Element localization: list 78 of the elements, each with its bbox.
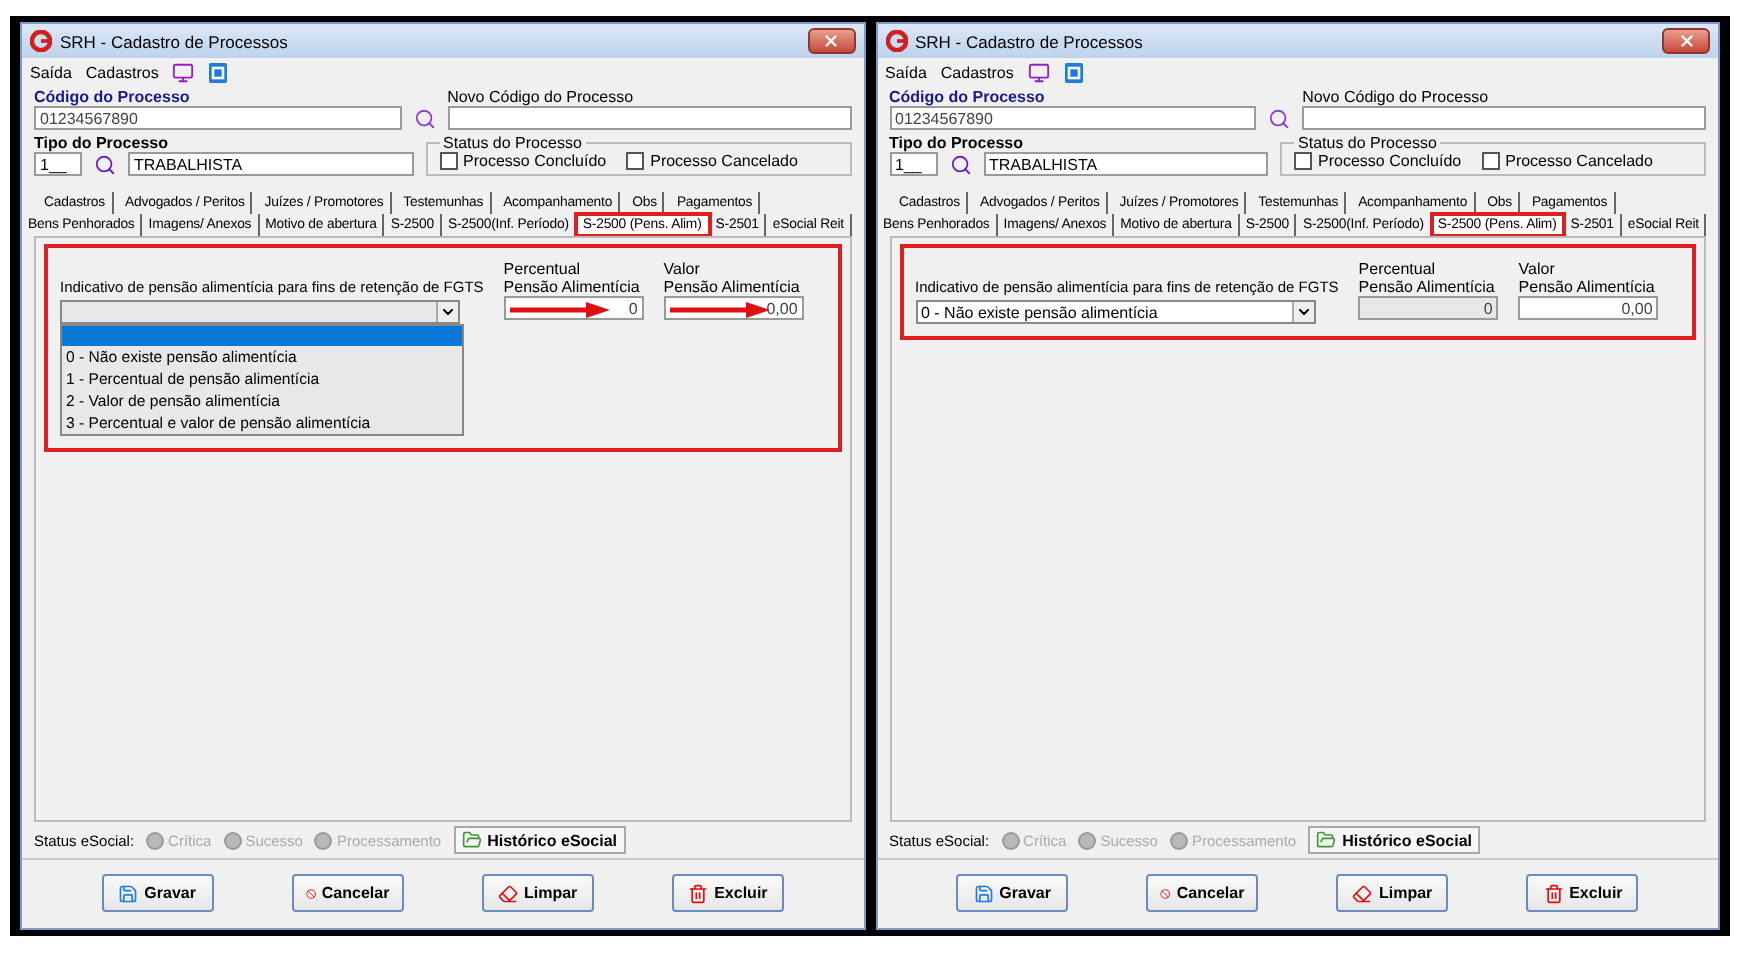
window-title: SRH - Cadastro de Processos	[915, 31, 1145, 51]
action-button[interactable]: Cancelar	[1146, 874, 1259, 912]
menu-item[interactable]: Saída	[885, 64, 927, 82]
status-indicator-icon	[223, 831, 242, 849]
eraser-icon	[497, 883, 518, 903]
monitor-icon[interactable]	[1027, 62, 1050, 84]
menu-item[interactable]: Cadastros	[940, 64, 1014, 82]
caret-icon	[440, 304, 456, 320]
checkbox[interactable]: Processo Concluído	[1294, 152, 1462, 170]
action-button[interactable]: Excluir	[671, 874, 784, 912]
action-button[interactable]: Gravar	[956, 874, 1069, 912]
search-icon[interactable]	[94, 154, 116, 176]
trash-icon	[1543, 883, 1564, 903]
field-label: Pensão Alimentícia	[503, 278, 642, 296]
status-indicator-icon	[146, 831, 165, 849]
cancel-icon	[305, 883, 316, 903]
input-field[interactable]: 1__	[34, 152, 82, 176]
close-button[interactable]	[807, 28, 855, 54]
folder-icon	[1316, 830, 1337, 850]
action-button[interactable]: Excluir	[1526, 874, 1639, 912]
field-label: Percentual	[1358, 260, 1438, 278]
field-label: Tipo do Processo	[34, 134, 170, 152]
checkbox[interactable]: Processo Concluído	[439, 152, 607, 170]
folder-icon	[461, 830, 482, 850]
dropdown[interactable]: 0 - Não existe pensão alimentícia	[915, 300, 1315, 324]
field-label: Tipo do Processo	[889, 134, 1025, 152]
search-icon[interactable]	[949, 154, 971, 176]
status-indicator-icon	[1001, 831, 1020, 849]
search-icon[interactable]	[1268, 108, 1291, 130]
app-logo-icon	[885, 30, 907, 52]
status-indicator-icon	[314, 831, 333, 849]
input-field[interactable]: TRABALHISTA	[983, 152, 1269, 176]
input-field[interactable]: TRABALHISTA	[128, 152, 414, 176]
history-button[interactable]: Histórico eSocial	[1308, 826, 1481, 854]
action-button[interactable]: Gravar	[101, 874, 214, 912]
trash-icon	[688, 883, 709, 903]
monitor-icon[interactable]	[172, 62, 195, 84]
input-field[interactable]: 01234567890	[889, 106, 1257, 130]
input-field[interactable]: 0,00	[663, 296, 804, 320]
search-icon[interactable]	[413, 108, 436, 130]
input-field[interactable]: 0	[503, 296, 644, 320]
field-label: Código do Processo	[34, 88, 192, 106]
field-label: Valor	[1518, 260, 1557, 278]
action-button[interactable]: Limpar	[481, 874, 594, 912]
close-icon	[822, 32, 840, 50]
action-button[interactable]: Limpar	[1336, 874, 1449, 912]
status-indicator-icon	[1078, 831, 1097, 849]
action-button[interactable]: Cancelar	[291, 874, 404, 912]
history-button[interactable]: Histórico eSocial	[453, 826, 626, 854]
menu-item[interactable]: Cadastros	[85, 64, 159, 82]
status-indicator-icon	[1169, 831, 1188, 849]
document-icon[interactable]	[1063, 62, 1084, 84]
input-field[interactable]: 01234567890	[34, 106, 402, 130]
close-icon	[1677, 32, 1695, 50]
document-icon[interactable]	[208, 62, 229, 84]
checkbox[interactable]: Processo Cancelado	[626, 152, 798, 170]
input-field[interactable]: 0,00	[1518, 296, 1659, 320]
field-label: Pensão Alimentícia	[663, 278, 802, 296]
app-logo-icon	[30, 30, 52, 52]
field-label: Novo Código do Processo	[1302, 88, 1491, 106]
input-field[interactable]	[1302, 106, 1706, 130]
window-title: SRH - Cadastro de Processos	[60, 31, 290, 51]
checkbox[interactable]: Processo Cancelado	[1481, 152, 1653, 170]
field-label: Pensão Alimentícia	[1358, 278, 1497, 296]
group-title: Status do Processo	[441, 134, 584, 152]
cancel-icon	[1160, 883, 1171, 903]
field-label: Código do Processo	[889, 88, 1047, 106]
field-label: Pensão Alimentícia	[1518, 278, 1657, 296]
caret-icon	[1295, 304, 1311, 320]
field-label: Valor	[663, 260, 702, 278]
menu-item[interactable]: Saída	[30, 64, 72, 82]
input-field[interactable]	[447, 106, 851, 130]
eraser-icon	[1352, 883, 1373, 903]
field-label: Percentual	[503, 260, 583, 278]
group-title: Status do Processo	[1296, 134, 1439, 152]
close-button[interactable]	[1662, 28, 1710, 54]
field-label: Novo Código do Processo	[447, 88, 636, 106]
input-field[interactable]: 1__	[889, 152, 937, 176]
